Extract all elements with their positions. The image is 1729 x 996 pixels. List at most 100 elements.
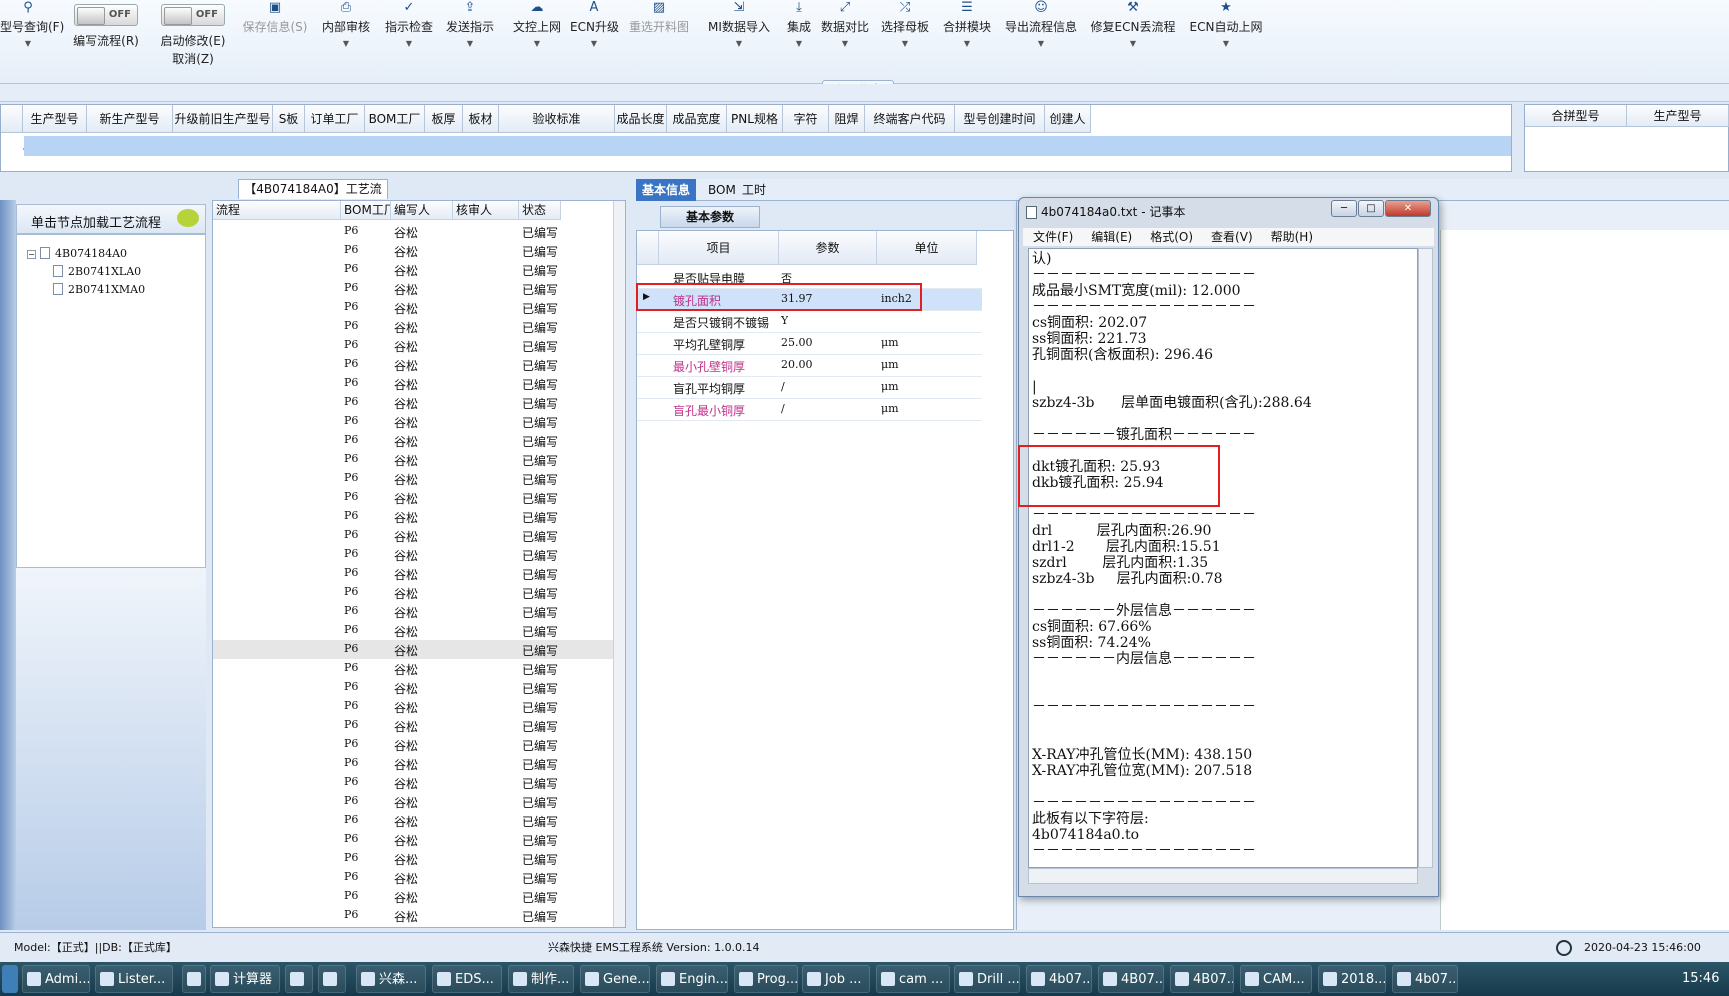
chevron-down-icon[interactable]: ▼ <box>505 39 569 48</box>
notepad-menu-item[interactable]: 文件(F) <box>1033 230 1073 244</box>
process-row[interactable]: 陶瓷磨板P6谷松已编写 <box>213 811 613 830</box>
chevron-down-icon[interactable]: ▼ <box>700 39 778 48</box>
grid-column-header[interactable]: 板厚 <box>425 105 463 133</box>
process-column-header[interactable]: 状态 <box>519 201 561 220</box>
process-row[interactable]: 镀锡P6谷松已编写 <box>213 374 613 393</box>
toolbar-item[interactable]: ⇪ 发送指示 ▼ <box>440 0 500 80</box>
grid-column-header[interactable]: 订单工厂 <box>305 105 365 133</box>
chevron-down-icon[interactable]: ▼ <box>0 39 56 48</box>
toggle-switch[interactable]: OFF <box>74 4 138 26</box>
toolbar-item[interactable]: ☰ 合拼模块 ▼ <box>938 0 996 80</box>
process-row[interactable]: 镀孔1P6谷松已编写 <box>213 640 613 659</box>
grid-column-header[interactable]: 成品宽度 <box>667 105 727 133</box>
tab-work-hours[interactable]: 工时 <box>736 179 772 201</box>
process-row[interactable]: 退膜1P6谷松已编写 <box>213 678 613 697</box>
chevron-down-icon[interactable]: ▼ <box>316 39 376 48</box>
process-row[interactable]: −外层干膜P6谷松已编写 <box>213 526 613 545</box>
grid-column-header[interactable]: 字符 <box>783 105 829 133</box>
toolbar-item[interactable]: ▣ 保存信息(S) <box>238 0 312 80</box>
param-column-header[interactable]: 项目 <box>659 231 779 265</box>
start-button[interactable] <box>2 965 18 993</box>
grid-column-header[interactable]: 新生产型号 <box>87 105 173 133</box>
taskbar-app[interactable]: Gene... <box>580 965 650 993</box>
chevron-down-icon[interactable]: ▼ <box>570 39 618 48</box>
maximize-button[interactable]: □ <box>1358 200 1384 217</box>
param-column-header[interactable]: 参数 <box>779 231 877 265</box>
chevron-down-icon[interactable]: ▼ <box>380 39 438 48</box>
taskbar-app[interactable] <box>318 965 346 993</box>
process-row[interactable]: 烘板P6谷松已编写 <box>213 735 613 754</box>
toolbar-item[interactable]: ⤢ 数据对比 ▼ <box>818 0 872 80</box>
notepad-menu-item[interactable]: 帮助(H) <box>1271 230 1313 244</box>
taskbar-app[interactable]: Job ... <box>802 965 870 993</box>
process-row[interactable]: 去毛刺P6谷松已编写 <box>213 279 613 298</box>
param-value[interactable]: Y <box>781 314 788 327</box>
process-row[interactable]: −树脂塞孔P6谷松已编写 <box>213 697 613 716</box>
process-tab[interactable]: 【4B074184A0】工艺流程 <box>238 179 388 215</box>
param-row[interactable]: 平均孔壁铜厚 25.00 μm <box>637 333 982 355</box>
grid-column-header[interactable]: 生产型号 <box>1627 105 1729 127</box>
toolbar-item[interactable]: ⚲ 型号查询(F) ▼ <box>0 0 64 80</box>
taskbar-app[interactable]: 制作... <box>508 965 574 993</box>
process-row[interactable]: 碱性蚀刻P6谷松已编写 <box>213 450 613 469</box>
grid-column-header[interactable]: 验收标准 <box>499 105 615 133</box>
param-value[interactable]: / <box>781 380 785 393</box>
process-row[interactable]: 阻焊前处理P6谷松已编写 <box>213 716 613 735</box>
toolbar-item[interactable]: ▨ 重选开料图 <box>622 0 696 80</box>
notepad-text[interactable]: 认) －－－－－－－－－－－－－－－－ 成品最小SMT宽度(mil): 12.000… <box>1028 248 1418 868</box>
toolbar-item[interactable]: ☺ 导出流程信息 ▼ <box>1000 0 1082 80</box>
process-row[interactable]: −外层蚀刻P6谷松已编写 <box>213 431 613 450</box>
process-row[interactable]: −外层蚀刻1P6谷松已编写 <box>213 659 613 678</box>
toolbar-item[interactable]: ✓ 指示检查 ▼ <box>380 0 438 80</box>
grid-column-header[interactable]: BOM工厂 <box>365 105 425 133</box>
grid-column-header[interactable]: 合拼型号 <box>1525 105 1627 127</box>
notepad-window[interactable]: 4b074184a0.txt - 记事本 ─ □ ✕ 文件(F) 编辑(E) 格式(… <box>1018 197 1439 897</box>
process-row[interactable]: 显影P6谷松已编写 <box>213 602 613 621</box>
toolbar-item[interactable]: OFF 启动修改(E) 取消(Z) <box>150 0 236 80</box>
process-column-header[interactable]: BOM工厂 <box>341 201 391 220</box>
taskbar-app[interactable]: 2018... <box>1318 965 1386 993</box>
toolbar-item[interactable]: ★ ECN自动上网 ▼ <box>1184 0 1268 80</box>
process-column-header[interactable]: 编写人 <box>391 201 453 220</box>
vertical-scrollbar[interactable] <box>1418 248 1433 868</box>
grid-column-header[interactable]: 型号创建时间 <box>955 105 1045 133</box>
process-row[interactable]: X-Ray冲孔1P6谷松已编写 <box>213 849 613 868</box>
grid-column-header[interactable]: 终端客户代码 <box>865 105 955 133</box>
process-row[interactable]: −电镀P6谷松已编写 <box>213 317 613 336</box>
process-row[interactable]: 钻孔2P6谷松已编写 <box>213 887 613 906</box>
process-row[interactable]: −图形电镀1P6谷松已编写 <box>213 621 613 640</box>
grid-column-header[interactable]: 成品长度 <box>615 105 667 133</box>
chevron-down-icon[interactable]: ▼ <box>938 39 996 48</box>
process-column-header[interactable]: 核审人 <box>453 201 519 220</box>
process-row[interactable]: 背钻1P6谷松已编写 <box>213 412 613 431</box>
toolbar-item[interactable]: ⤮ 选择母板 ▼ <box>876 0 934 80</box>
param-row[interactable]: 是否只镀铜不镀锡 Y <box>637 311 982 333</box>
process-row[interactable]: 外层前处理P6谷松已编写 <box>213 545 613 564</box>
toolbar-item[interactable]: A ECN升级 ▼ <box>570 0 619 80</box>
chevron-down-icon[interactable]: ▼ <box>1000 39 1082 48</box>
tree-node-child[interactable]: 2B0741XMA0 <box>53 283 145 296</box>
grid-column-header[interactable]: 板材 <box>463 105 499 133</box>
process-row[interactable]: 终固化P6谷松已编写 <box>213 773 613 792</box>
model-tree[interactable]: −4B074184A0 2B0741XLA0 2B0741XMA0 <box>16 234 206 568</box>
process-row[interactable]: −钻孔P6谷松已编写 <box>213 222 613 241</box>
process-row[interactable]: −沉铜P6谷松已编写 <box>213 260 613 279</box>
param-value[interactable]: 20.00 <box>781 358 813 371</box>
param-value[interactable]: / <box>781 402 785 415</box>
process-row[interactable]: 沉铜P6谷松已编写 <box>213 298 613 317</box>
toolbar-item[interactable]: ⤓ 集成 ▼ <box>782 0 816 80</box>
taskbar-app[interactable]: 4B07... <box>1098 965 1164 993</box>
process-row[interactable]: −图形电镀P6谷松已编写 <box>213 355 613 374</box>
grid-column-header[interactable]: PNL规格 <box>727 105 783 133</box>
param-row[interactable]: 盲孔最小铜厚 / μm <box>637 399 982 421</box>
tab-basic-info[interactable]: 基本信息 <box>636 179 697 201</box>
process-row[interactable]: −陶瓷磨板P6谷松已编写 <box>213 792 613 811</box>
taskbar-app[interactable]: 4b07... <box>1026 965 1092 993</box>
minimize-button[interactable]: ─ <box>1331 200 1357 217</box>
chevron-down-icon[interactable]: ▼ <box>818 39 872 48</box>
taskbar-app[interactable]: 4b07... <box>1392 965 1458 993</box>
grid-column-header[interactable]: 生产型号 <box>23 105 87 133</box>
chevron-down-icon[interactable]: ▼ <box>1086 39 1180 48</box>
process-row[interactable]: −沉铜2P6谷松已编写 <box>213 906 613 925</box>
toolbar-item[interactable]: OFF 编写流程(R) <box>68 0 144 80</box>
